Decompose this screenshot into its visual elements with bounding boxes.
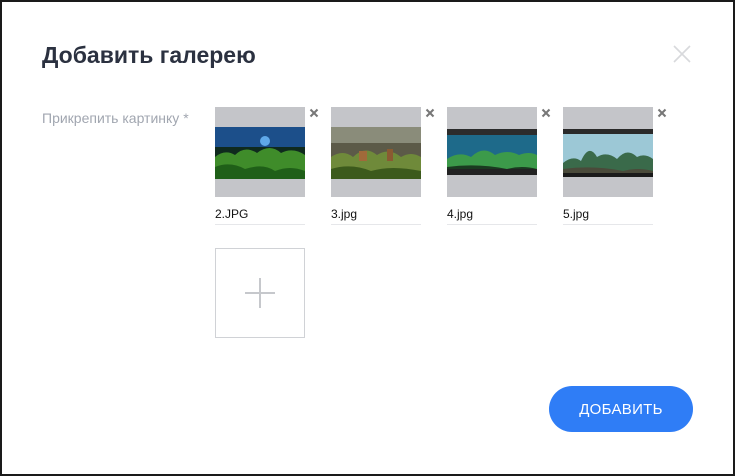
close-icon: [673, 45, 691, 63]
add-gallery-submit-button[interactable]: ДОБАВИТЬ: [549, 386, 693, 432]
image-thumbnail: 2.JPG: [215, 107, 319, 225]
image-preview: [331, 107, 421, 197]
remove-image-button[interactable]: [424, 107, 436, 119]
remove-image-button[interactable]: [308, 107, 320, 119]
remove-icon: [309, 108, 319, 118]
image-filename: 2.JPG: [215, 207, 305, 225]
remove-icon: [657, 108, 667, 118]
remove-icon: [541, 108, 551, 118]
image-thumbnail: 3.jpg: [331, 107, 435, 225]
image-filename: 4.jpg: [447, 207, 537, 225]
image-preview: [215, 107, 305, 197]
dialog-title: Добавить галерею: [42, 42, 256, 68]
image-thumbnail: 5.jpg: [563, 107, 667, 225]
remove-image-button[interactable]: [656, 107, 668, 119]
image-thumbnail: 4.jpg: [447, 107, 551, 225]
attach-image-label: Прикрепить картинку *: [42, 110, 189, 126]
image-filename: 3.jpg: [331, 207, 421, 225]
add-image-button[interactable]: [215, 248, 305, 338]
remove-icon: [425, 108, 435, 118]
close-button[interactable]: [668, 40, 696, 68]
image-preview: [563, 107, 653, 197]
image-filename: 5.jpg: [563, 207, 653, 225]
plus-icon: [245, 278, 275, 308]
remove-image-button[interactable]: [540, 107, 552, 119]
image-preview: [447, 107, 537, 197]
add-gallery-dialog: Добавить галерею Прикрепить картинку * 2…: [0, 0, 735, 476]
